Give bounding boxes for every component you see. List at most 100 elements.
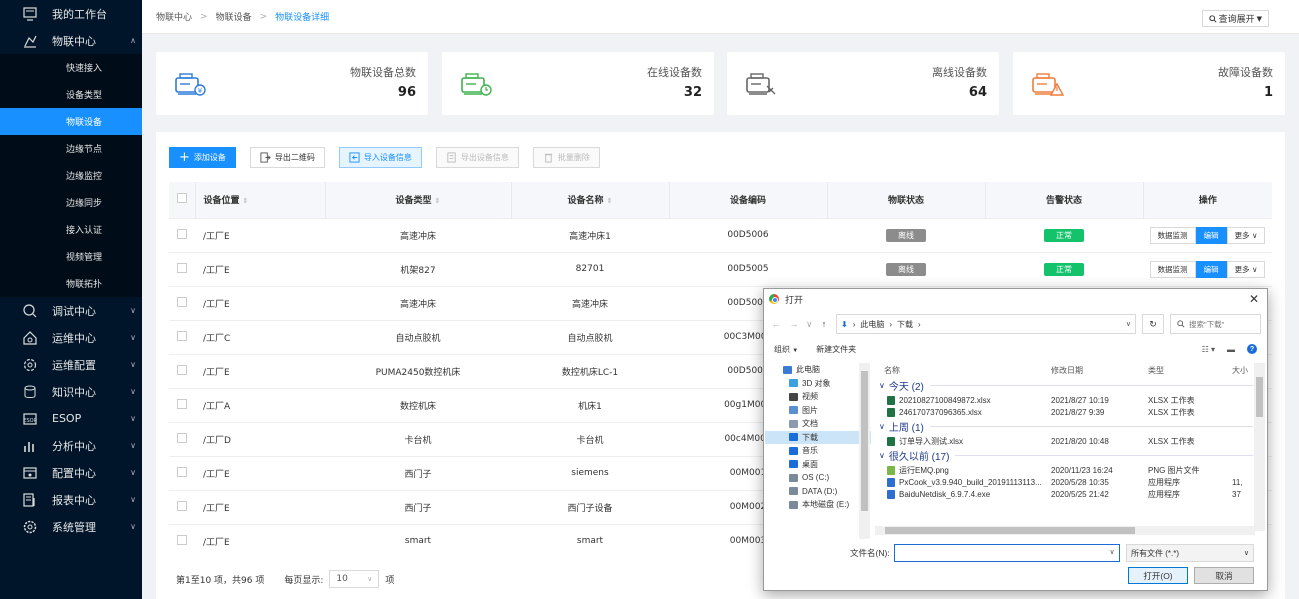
scrollbar-thumb[interactable]	[1256, 377, 1263, 417]
column-header-location[interactable]: 设备位置 ⇕	[195, 182, 326, 218]
nav-scrollbar[interactable]	[859, 363, 870, 539]
horizontal-scrollbar[interactable]	[875, 526, 1255, 535]
column-header-type[interactable]: 设备类型 ⇕	[325, 182, 512, 218]
batch-delete-button[interactable]: 批量删除	[532, 147, 600, 168]
edit-button[interactable]: 编辑	[1195, 260, 1227, 278]
column-header-date[interactable]: 修改日期	[1051, 365, 1148, 376]
sort-icon[interactable]: ⇕	[607, 197, 613, 205]
file-group-header[interactable]: ∨ 今天 (2)	[875, 377, 1257, 394]
view-options-icon[interactable]: ☷ ▾	[1202, 345, 1215, 354]
sidebar-item[interactable]: 报表中心 ∨	[0, 486, 142, 513]
row-checkbox[interactable]	[177, 500, 187, 511]
nav-pane-item[interactable]: 本地磁盘 (E:)	[765, 498, 871, 512]
sidebar-item[interactable]: 知识中心 ∨	[0, 378, 142, 405]
sidebar-item[interactable]: 运维中心 ∨	[0, 324, 142, 351]
sidebar-subitem[interactable]: 边缘节点	[0, 135, 142, 162]
query-expand-button[interactable]: 查询展开 ▼	[1201, 10, 1269, 27]
file-group-header[interactable]: ∨ 很久以前 (17)	[875, 447, 1257, 464]
data-monitor-button[interactable]: 数据监测	[1149, 226, 1196, 244]
nav-pane-item[interactable]: 3D 对象	[765, 377, 871, 391]
row-checkbox[interactable]	[177, 296, 187, 307]
file-row[interactable]: 订单导入测试.xlsx 2021/8/20 10:48 XLSX 工作表	[875, 435, 1257, 447]
nav-pane-item[interactable]: 图片	[765, 404, 871, 418]
row-checkbox[interactable]	[177, 364, 187, 375]
file-row[interactable]: 20210827100849872.xlsx 2021/8/27 10:19 XLS…	[875, 394, 1257, 406]
sidebar-item[interactable]: 运维配置 ∨	[0, 351, 142, 378]
nav-pane-item[interactable]: 此电脑	[765, 363, 871, 377]
export-device-button[interactable]: 导出设备信息	[435, 147, 519, 168]
sidebar-item[interactable]: 配置中心 ∨	[0, 459, 142, 486]
close-icon[interactable]: ✕	[1249, 292, 1259, 306]
file-group-header[interactable]: ∨ 上周 (1)	[875, 418, 1257, 435]
sidebar-subitem[interactable]: 快速接入	[0, 54, 142, 81]
more-dropdown[interactable]: 更多 ∨	[1226, 226, 1266, 244]
refresh-button[interactable]: ↻	[1142, 314, 1164, 334]
open-button[interactable]: 打开(O)	[1128, 567, 1188, 584]
nav-pane-item[interactable]: 文档	[765, 417, 871, 431]
sort-icon[interactable]: ⇕	[435, 197, 441, 205]
sort-icon[interactable]: ⇕	[243, 197, 249, 205]
file-list-scrollbar[interactable]	[1254, 363, 1265, 531]
row-checkbox[interactable]	[177, 228, 187, 239]
file-type-filter[interactable]: 所有文件 (*.*) ∨	[1126, 544, 1254, 562]
address-segment[interactable]: 下载	[897, 319, 913, 330]
sidebar-subitem[interactable]: 设备类型	[0, 81, 142, 108]
export-qr-button[interactable]: 导出二维码	[249, 147, 325, 168]
import-device-button[interactable]: 导入设备信息	[338, 147, 422, 168]
sidebar-item[interactable]: ESOP ESOP ∨	[0, 405, 142, 432]
add-device-button[interactable]: + 添加设备	[169, 147, 236, 168]
cancel-button[interactable]: 取消	[1194, 567, 1254, 584]
sidebar-subitem[interactable]: 接入认证	[0, 216, 142, 243]
sidebar-item[interactable]: 物联中心 ∧	[0, 27, 142, 54]
sidebar-subitem[interactable]: 物联拓扑	[0, 270, 142, 297]
breadcrumb-item[interactable]: 物联设备	[216, 10, 252, 23]
sidebar-subitem[interactable]: 边缘监控	[0, 162, 142, 189]
sidebar-subitem[interactable]: 视频管理	[0, 243, 142, 270]
file-row[interactable]: PxCook_v3.9.940_build_20191113113... 2020…	[875, 476, 1257, 488]
chevron-down-icon[interactable]: ∨	[1110, 548, 1115, 556]
select-all-checkbox[interactable]	[176, 193, 187, 204]
nav-pane-item[interactable]: 下载	[765, 430, 871, 444]
table-row[interactable]: /工厂E 高速冲床 高速冲床1 00D5006 离线 正常 数据监测 编辑 更多 ∨	[169, 217, 1272, 252]
sidebar-item[interactable]: 调试中心 ∨	[0, 297, 142, 324]
back-arrow-icon[interactable]: ←	[770, 319, 782, 329]
sidebar-item[interactable]: 系统管理 ∨	[0, 513, 142, 540]
table-row[interactable]: /工厂E 机架827 82701 00D5005 离线 正常 数据监测 编辑 更多 ∨	[169, 251, 1272, 286]
sidebar-subitem[interactable]: 边缘同步	[0, 189, 142, 216]
file-row[interactable]: BaiduNetdisk_6.9.7.4.exe 2020/5/25 21:42 应…	[875, 488, 1257, 500]
forward-arrow-icon[interactable]: →	[788, 319, 800, 329]
address-bar[interactable]: ⬇ › 此电脑 › 下载 › ∨	[836, 314, 1136, 334]
row-checkbox[interactable]	[177, 466, 187, 477]
filename-input[interactable]: ∨	[893, 544, 1120, 562]
column-header-name[interactable]: 设备名称 ⇕	[511, 182, 670, 218]
up-arrow-icon[interactable]: ↑	[818, 319, 830, 329]
row-checkbox[interactable]	[177, 534, 187, 545]
preview-pane-icon[interactable]: ▬	[1227, 345, 1235, 354]
address-segment[interactable]: 此电脑	[860, 319, 884, 330]
row-checkbox[interactable]	[177, 262, 187, 273]
scrollbar-thumb[interactable]	[885, 527, 1135, 534]
row-checkbox[interactable]	[177, 432, 187, 443]
nav-pane-item[interactable]: DATA (D:)	[765, 485, 871, 499]
sidebar-item[interactable]: 分析中心 ∨	[0, 432, 142, 459]
scrollbar-thumb[interactable]	[861, 371, 868, 511]
help-icon[interactable]: ?	[1247, 344, 1257, 354]
file-row[interactable]: 运行EMQ.png 2020/11/23 16:24 PNG 图片文件	[875, 464, 1257, 476]
data-monitor-button[interactable]: 数据监测	[1149, 260, 1196, 278]
column-header-type[interactable]: 类型	[1148, 365, 1232, 376]
new-folder-button[interactable]: 新建文件夹	[816, 344, 856, 355]
nav-pane-item[interactable]: 视频	[765, 390, 871, 404]
per-page-select[interactable]: 10 ∨	[329, 570, 380, 588]
row-checkbox[interactable]	[177, 330, 187, 341]
search-box[interactable]: 搜索"下载"	[1170, 314, 1261, 334]
chevron-down-icon[interactable]: ∨	[1126, 320, 1131, 328]
edit-button[interactable]: 编辑	[1195, 226, 1227, 244]
row-checkbox[interactable]	[177, 398, 187, 409]
nav-pane-item[interactable]: 音乐	[765, 444, 871, 458]
sidebar-item[interactable]: 我的工作台	[0, 0, 142, 27]
nav-pane-item[interactable]: 桌面	[765, 458, 871, 472]
breadcrumb-item[interactable]: 物联中心	[156, 10, 192, 23]
recent-locations-icon[interactable]: ∨	[806, 319, 813, 330]
column-header-size[interactable]: 大小	[1232, 365, 1252, 376]
sidebar-subitem[interactable]: 物联设备	[0, 108, 142, 135]
